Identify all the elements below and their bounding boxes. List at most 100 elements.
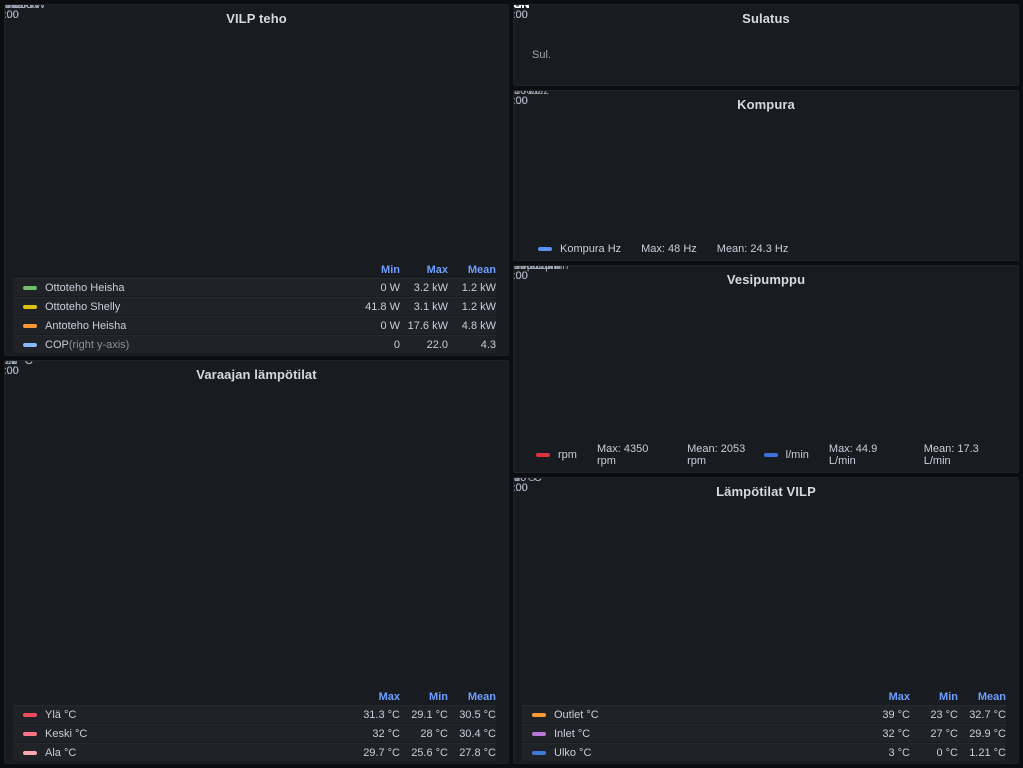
legend-color-chip	[536, 453, 550, 457]
legend-row[interactable]: Ottoteho Heisha0 W3.2 kW1.2 kW	[13, 278, 496, 296]
grafana-dashboard: VILP teho 00:0002:0004:0006:0008:0010:00…	[0, 0, 1023, 768]
legend-color-chip	[23, 732, 37, 736]
legend-value: 29.7 °C	[352, 747, 400, 759]
legend-series-label: Ulko °C	[554, 747, 591, 759]
legend-value: 28 °C	[400, 728, 448, 740]
legend-value: 17.6 kW	[400, 320, 448, 332]
vesipumppu-chart[interactable]: 00:0002:0004:0006:0008:0010:0012:000 rpm…	[514, 266, 1018, 472]
legend-header-min[interactable]: Min	[352, 264, 400, 276]
legend-max: Max: 4350 rpm	[597, 443, 667, 467]
legend-item[interactable]: Kompura Hz Max: 48 Hz Mean: 24.3 Hz	[538, 243, 788, 255]
panel-vesipumppu: Vesipumppu 00:0002:0004:0006:0008:0010:0…	[513, 265, 1019, 473]
legend-value: 27.8 °C	[448, 747, 496, 759]
legend-header-max[interactable]: Max	[862, 691, 910, 703]
legend-color-chip	[23, 286, 37, 290]
legend-value: 31.3 °C	[352, 709, 400, 721]
legend-header-mean[interactable]: Mean	[448, 691, 496, 703]
legend-value: 3 °C	[862, 747, 910, 759]
panel-title-vilp-teho[interactable]: VILP teho	[5, 11, 508, 26]
panel-sulatus: Sulatus Sul. ONOFFONOFFONOFFONOFFONOFF 0…	[513, 4, 1019, 86]
legend-header: MaxMinMean	[522, 689, 1006, 704]
legend-mean: Mean: 2053 rpm	[687, 443, 764, 467]
legend-value: 32 °C	[862, 728, 910, 740]
panel-title-varaajan[interactable]: Varaajan lämpötilat	[5, 367, 508, 382]
legend-value: 0 W	[352, 320, 400, 332]
legend-row[interactable]: Ulko °C3 °C0 °C1.21 °C	[522, 743, 1006, 761]
legend-value: 22.0	[400, 339, 448, 351]
legend-value: 29.1 °C	[400, 709, 448, 721]
legend-row[interactable]: Outlet °C39 °C23 °C32.7 °C	[522, 705, 1006, 723]
legend-row[interactable]: COP (right y-axis)022.04.3	[13, 335, 496, 353]
legend-value: 0	[352, 339, 400, 351]
legend-series-label: Ylä °C	[45, 709, 76, 721]
legend-mean: Mean: 24.3 Hz	[717, 243, 789, 255]
legend-max: Max: 44.9 L/min	[829, 443, 904, 467]
panel-vilp-teho: VILP teho 00:0002:0004:0006:0008:0010:00…	[4, 4, 509, 356]
legend-color-chip	[23, 713, 37, 717]
kompura-legend: Kompura Hz Max: 48 Hz Mean: 24.3 Hz	[538, 243, 788, 255]
legend-value: 4.8 kW	[448, 320, 496, 332]
legend-value: 23 °C	[910, 709, 958, 721]
sulatus-row-label: Sul.	[532, 49, 551, 61]
legend-value: 39 °C	[862, 709, 910, 721]
legend-color-chip	[23, 305, 37, 309]
vilp-teho-legend: MinMaxMeanOttoteho Heisha0 W3.2 kW1.2 kW…	[13, 262, 496, 353]
legend-color-chip	[23, 324, 37, 328]
kompura-chart[interactable]: 00:0002:0004:0006:0008:0010:0012:000 Hz5…	[514, 91, 1018, 260]
legend-header-max[interactable]: Max	[400, 264, 448, 276]
legend-header-max[interactable]: Max	[352, 691, 400, 703]
legend-item[interactable]: l/minMax: 44.9 L/minMean: 17.3 L/min	[764, 443, 1005, 467]
legend-color-chip	[532, 713, 546, 717]
legend-value: 3.1 kW	[400, 301, 448, 313]
panel-lampotilat-vilp: Lämpötilat VILP 00:0002:0004:0006:0008:0…	[513, 477, 1019, 764]
legend-color-chip	[23, 751, 37, 755]
varaajan-legend: MaxMinMean Ylä °C 31.3 °C29.1 °C30.5 °C Kes…	[13, 689, 496, 761]
legend-color-chip	[538, 247, 552, 251]
legend-header-mean[interactable]: Mean	[958, 691, 1006, 703]
legend-value: 0 °C	[910, 747, 958, 759]
legend-series-label: rpm	[558, 449, 577, 461]
legend-series-label: Ottoteho Shelly	[45, 301, 120, 313]
legend-value: 41.8 W	[352, 301, 400, 313]
legend-series-label: Ottoteho Heisha	[45, 282, 125, 294]
legend-header-min[interactable]: Min	[910, 691, 958, 703]
legend-value: 0 W	[352, 282, 400, 294]
legend-value: 29.9 °C	[958, 728, 1006, 740]
legend-series-label: COP	[45, 339, 69, 351]
legend-header: MaxMinMean	[13, 689, 496, 704]
legend-row[interactable]: Inlet °C 32 °C27 °C29.9 °C	[522, 724, 1006, 742]
legend-value: 32.7 °C	[958, 709, 1006, 721]
legend-item[interactable]: rpm Max: 4350 rpm Mean: 2053 rpm	[536, 443, 764, 467]
vesipumppu-legend: rpmMax: 4350 rpmMean: 2053 rpml/minMax: …	[536, 443, 1005, 467]
legend-value: 1.2 kW	[448, 301, 496, 313]
legend-value: 30.4 °C	[448, 728, 496, 740]
legend-row[interactable]: Keski °C32 °C28 °C30.4 °C	[13, 724, 496, 742]
legend-value: 1.2 kW	[448, 282, 496, 294]
panel-kompura: Kompura 00:0002:0004:0006:0008:0010:0012…	[513, 90, 1019, 261]
legend-value: 27 °C	[910, 728, 958, 740]
legend-series-label: Keski °C	[45, 728, 87, 740]
panel-title-vesipumppu[interactable]: Vesipumppu	[514, 272, 1018, 287]
legend-header: MinMaxMean	[13, 262, 496, 277]
legend-row[interactable]: Ottoteho Shelly 41.8 W3.1 kW1.2 kW	[13, 297, 496, 315]
legend-mean: Mean: 17.3 L/min	[924, 443, 1005, 467]
panel-title-lampotilat-vilp[interactable]: Lämpötilat VILP	[514, 484, 1018, 499]
legend-value: 4.3	[448, 339, 496, 351]
legend-header-min[interactable]: Min	[400, 691, 448, 703]
legend-header-mean[interactable]: Mean	[448, 264, 496, 276]
legend-row[interactable]: Antoteho Heisha 0 W17.6 kW4.8 kW	[13, 316, 496, 334]
legend-color-chip	[532, 751, 546, 755]
legend-row[interactable]: Ala °C 29.7 °C25.6 °C27.8 °C	[13, 743, 496, 761]
panel-title-kompura[interactable]: Kompura	[514, 97, 1018, 112]
legend-color-chip	[23, 343, 37, 347]
legend-row[interactable]: Ylä °C 31.3 °C29.1 °C30.5 °C	[13, 705, 496, 723]
legend-value: 30.5 °C	[448, 709, 496, 721]
lampotilat-vilp-legend: MaxMinMeanOutlet °C39 °C23 °C32.7 °CInle…	[522, 689, 1006, 761]
legend-series-label: Inlet °C	[554, 728, 590, 740]
legend-series-label: Ala °C	[45, 747, 76, 759]
legend-max: Max: 48 Hz	[641, 243, 697, 255]
legend-value: 25.6 °C	[400, 747, 448, 759]
legend-series-label: Kompura Hz	[560, 243, 621, 255]
legend-series-label: Antoteho Heisha	[45, 320, 126, 332]
panel-title-sulatus[interactable]: Sulatus	[514, 11, 1018, 26]
